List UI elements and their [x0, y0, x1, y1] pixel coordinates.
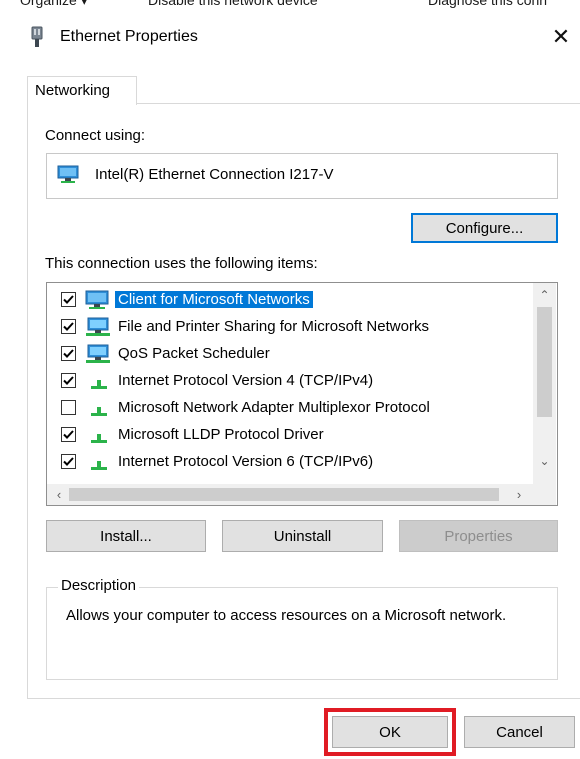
list-item[interactable]: Microsoft LLDP Protocol Driver: [47, 422, 533, 449]
ok-button-highlight: [324, 708, 456, 756]
window-title: Ethernet Properties: [60, 28, 198, 45]
tab-networking[interactable]: Networking: [27, 76, 137, 105]
protocol-icon: [85, 424, 111, 446]
description-text: Allows your computer to access resources…: [66, 607, 507, 624]
checkmark-icon: [63, 322, 74, 331]
close-button[interactable]: ✕: [548, 24, 574, 50]
item-checkbox[interactable]: [61, 400, 76, 415]
list-item-label: Microsoft Network Adapter Multiplexor Pr…: [118, 399, 430, 416]
item-checkbox[interactable]: [61, 292, 76, 307]
uninstall-button[interactable]: Uninstall: [222, 520, 383, 552]
item-checkbox[interactable]: [61, 346, 76, 361]
checkmark-icon: [63, 295, 74, 304]
list-item[interactable]: Internet Protocol Version 4 (TCP/IPv4): [47, 368, 533, 395]
background-diagnose: Diagnose this conn: [428, 0, 548, 8]
background-disable-device: Disable this network device: [148, 0, 318, 8]
vertical-scroll-thumb[interactable]: [537, 307, 552, 417]
horizontal-scroll-thumb[interactable]: [69, 488, 499, 501]
list-item-label: File and Printer Sharing for Microsoft N…: [118, 318, 429, 335]
item-checkbox[interactable]: [61, 319, 76, 334]
checkmark-icon: [63, 457, 74, 466]
list-item[interactable]: Internet Protocol Version 6 (TCP/IPv6): [47, 449, 533, 476]
connection-items-list[interactable]: Client for Microsoft Networks File and Pr…: [46, 282, 558, 506]
connect-using-label: Connect using:: [45, 127, 146, 144]
properties-button: Properties: [399, 520, 558, 552]
network-adapter-icon: [31, 26, 43, 47]
list-item-label: Internet Protocol Version 4 (TCP/IPv4): [118, 372, 374, 389]
ethernet-properties-dialog: Ethernet Properties ✕ Networking Connect…: [8, 12, 580, 759]
background-window-strip: Organize ▾ Disable this network device D…: [0, 0, 580, 12]
adapter-field: Intel(R) Ethernet Connection I217-V: [46, 153, 558, 199]
scroll-right-icon[interactable]: ›: [509, 484, 529, 505]
scroll-left-icon[interactable]: ‹: [49, 484, 69, 505]
item-checkbox[interactable]: [61, 427, 76, 442]
install-button[interactable]: Install...: [46, 520, 206, 552]
adapter-name: Intel(R) Ethernet Connection I217-V: [95, 166, 334, 183]
list-item-label: Microsoft LLDP Protocol Driver: [118, 426, 324, 443]
network-client-icon: [85, 289, 111, 311]
network-service-icon: [85, 316, 111, 338]
item-checkbox[interactable]: [61, 454, 76, 469]
checkmark-icon: [63, 376, 74, 385]
vertical-scrollbar[interactable]: ⌃ ⌄: [533, 283, 556, 484]
description-group: [46, 587, 558, 680]
item-checkbox[interactable]: [61, 373, 76, 388]
list-item-label: QoS Packet Scheduler: [118, 345, 270, 362]
items-label: This connection uses the following items…: [45, 255, 318, 272]
horizontal-scrollbar[interactable]: ‹ ›: [47, 484, 533, 505]
scroll-down-icon[interactable]: ⌄: [533, 451, 556, 471]
list-item[interactable]: QoS Packet Scheduler: [47, 341, 533, 368]
tab-networking-label: Networking: [35, 82, 111, 99]
checkmark-icon: [63, 430, 74, 439]
background-organize-menu: Organize ▾: [20, 0, 88, 8]
list-item-label: Internet Protocol Version 6 (TCP/IPv6): [118, 453, 374, 470]
protocol-icon: [85, 370, 111, 392]
configure-button[interactable]: Configure...: [411, 213, 558, 243]
protocol-icon: [85, 397, 111, 419]
list-item[interactable]: Microsoft Network Adapter Multiplexor Pr…: [47, 395, 533, 422]
network-adapter-icon: [57, 165, 79, 183]
list-item[interactable]: File and Printer Sharing for Microsoft N…: [47, 314, 533, 341]
cancel-button[interactable]: Cancel: [464, 716, 575, 748]
protocol-icon: [85, 451, 111, 473]
network-service-icon: [85, 343, 111, 365]
list-item[interactable]: Client for Microsoft Networks: [47, 287, 533, 314]
close-icon: ✕: [551, 24, 571, 49]
list-item-label: Client for Microsoft Networks: [115, 291, 313, 308]
scrollbar-corner: [533, 484, 556, 505]
scroll-up-icon[interactable]: ⌃: [533, 285, 556, 305]
description-title: Description: [58, 577, 140, 594]
checkmark-icon: [63, 349, 74, 358]
title-bar[interactable]: Ethernet Properties ✕: [8, 12, 580, 64]
